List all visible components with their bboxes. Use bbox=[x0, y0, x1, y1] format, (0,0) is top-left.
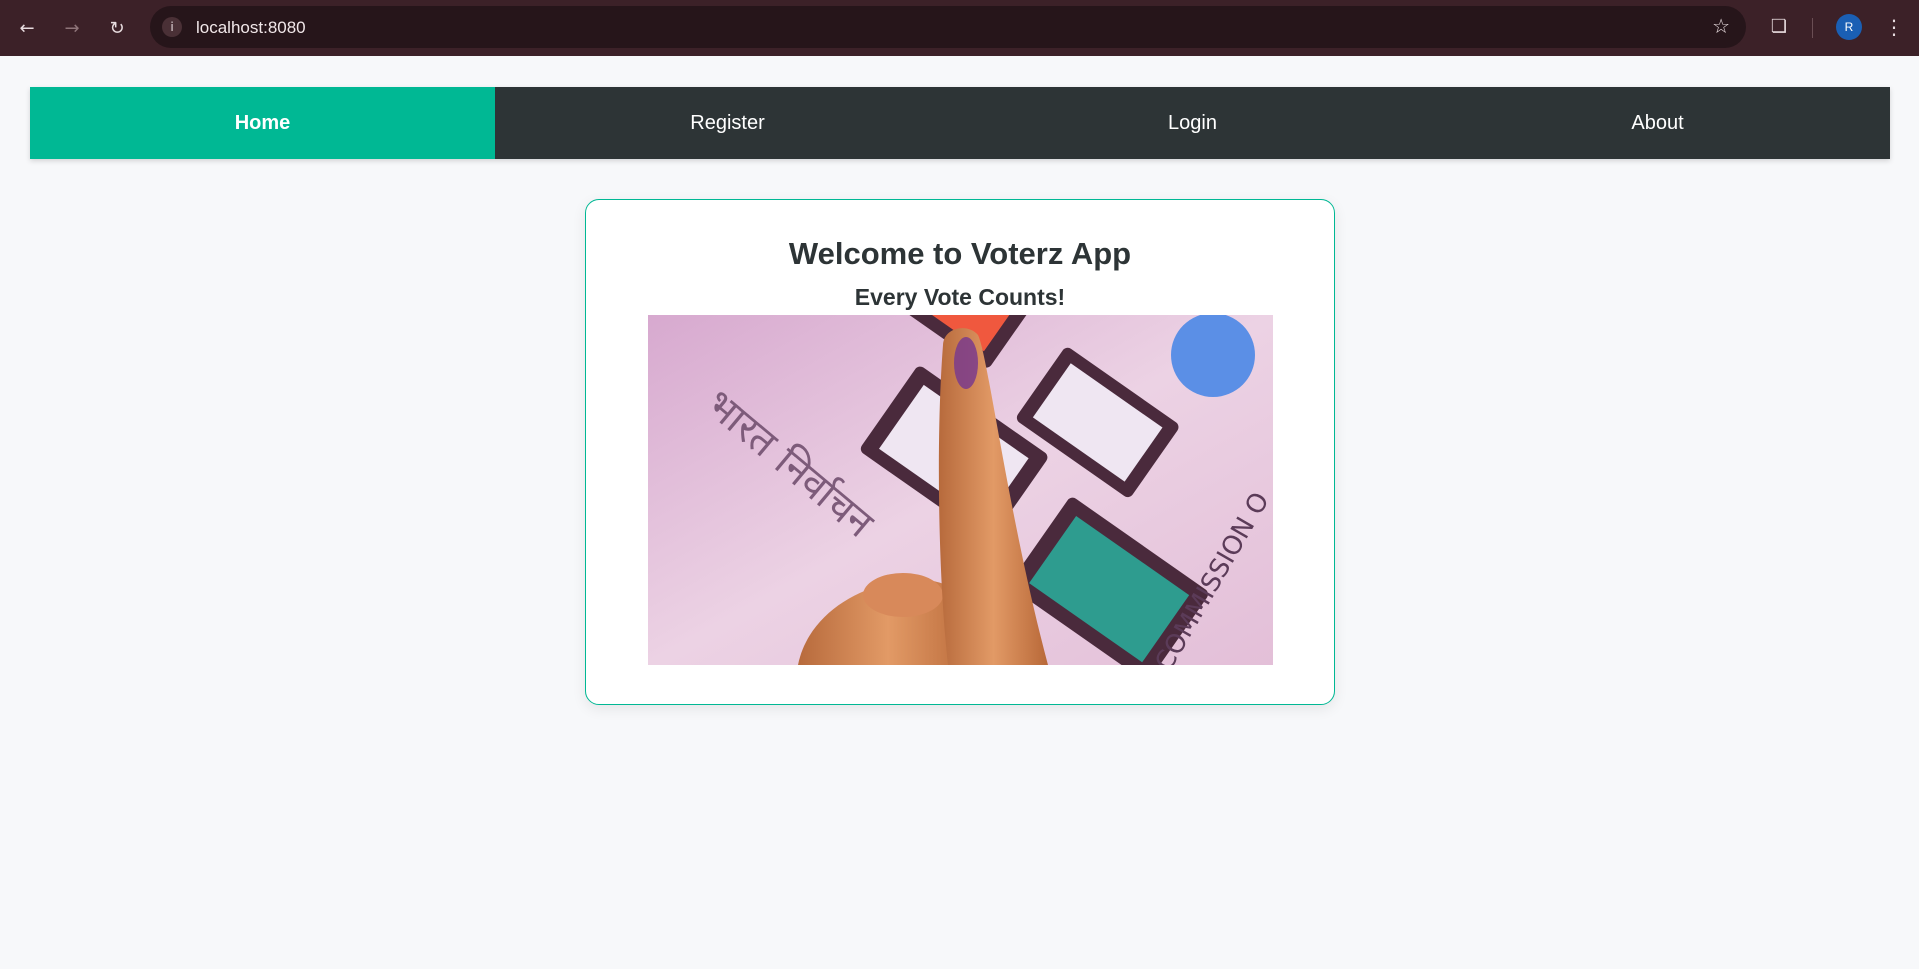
nav-home[interactable]: Home bbox=[30, 87, 495, 159]
nav-register[interactable]: Register bbox=[495, 87, 960, 159]
forward-icon[interactable]: → bbox=[57, 13, 87, 43]
url-text[interactable]: localhost:8080 bbox=[196, 18, 306, 38]
info-icon[interactable]: i bbox=[162, 17, 182, 37]
nav-login[interactable]: Login bbox=[960, 87, 1425, 159]
back-icon[interactable]: ← bbox=[12, 13, 42, 43]
hero-image: भारत निर्वाचन ON COMMISSION O bbox=[648, 315, 1273, 665]
star-icon[interactable]: ☆ bbox=[1712, 14, 1730, 38]
main-navbar: Home Register Login About bbox=[30, 87, 1890, 159]
kebab-menu-icon[interactable]: ⋮ bbox=[1884, 12, 1904, 42]
nav-about[interactable]: About bbox=[1425, 87, 1890, 159]
toolbar-divider bbox=[1812, 18, 1813, 38]
reload-icon[interactable]: ↻ bbox=[102, 13, 132, 43]
page-subtitle: Every Vote Counts! bbox=[854, 284, 1066, 310]
page-title: Welcome to Voterz App bbox=[788, 236, 1132, 271]
welcome-card: Welcome to Voterz App Every Vote Counts! bbox=[585, 199, 1335, 705]
address-bar[interactable]: i localhost:8080 ☆ bbox=[150, 6, 1746, 48]
browser-toolbar: ← → ↻ i localhost:8080 ☆ ❏ R ⋮ bbox=[0, 0, 1919, 56]
profile-avatar[interactable]: R bbox=[1836, 14, 1862, 40]
voting-finger-illustration: भारत निर्वाचन ON COMMISSION O bbox=[648, 315, 1273, 665]
puzzle-icon[interactable]: ❏ bbox=[1766, 14, 1792, 40]
